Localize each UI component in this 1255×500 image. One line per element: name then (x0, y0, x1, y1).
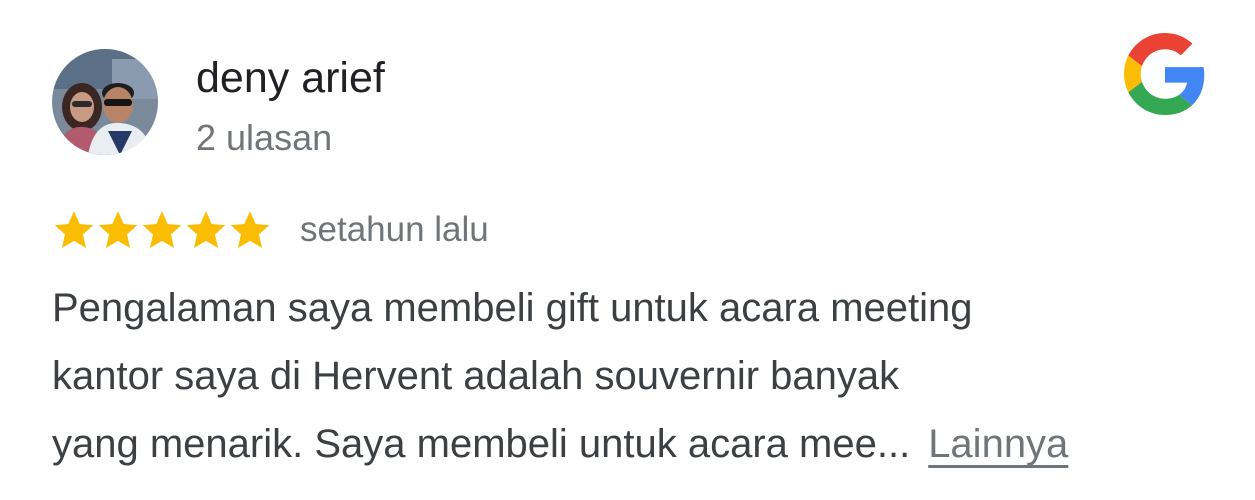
review-text-line: yang menarik. Saya membeli untuk acara m… (52, 422, 911, 466)
google-icon (1124, 33, 1206, 115)
reviewer-name[interactable]: deny arief (196, 52, 385, 104)
avatar-photo (52, 49, 158, 155)
review-text-line: kantor saya di Hervent adalah souvernir … (52, 354, 900, 398)
review-card: deny arief 2 ulasan setahun lalu Pengala… (0, 0, 1255, 500)
review-date: setahun lalu (300, 210, 489, 249)
star-icon (52, 208, 96, 252)
more-link[interactable]: Lainnya (928, 422, 1068, 466)
rating-row: setahun lalu (52, 207, 489, 253)
star-icon (228, 208, 272, 252)
review-text-line: Pengalaman saya membeli gift untuk acara… (52, 286, 973, 330)
star-icon (96, 208, 140, 252)
review-text-line-last: yang menarik. Saya membeli untuk acara m… (52, 410, 1212, 478)
reviewer-avatar[interactable] (52, 49, 158, 155)
star-icon (184, 208, 228, 252)
review-text: Pengalaman saya membeli gift untuk acara… (52, 274, 1212, 478)
star-rating (52, 208, 272, 252)
review-count[interactable]: 2 ulasan (196, 116, 332, 160)
star-icon (140, 208, 184, 252)
